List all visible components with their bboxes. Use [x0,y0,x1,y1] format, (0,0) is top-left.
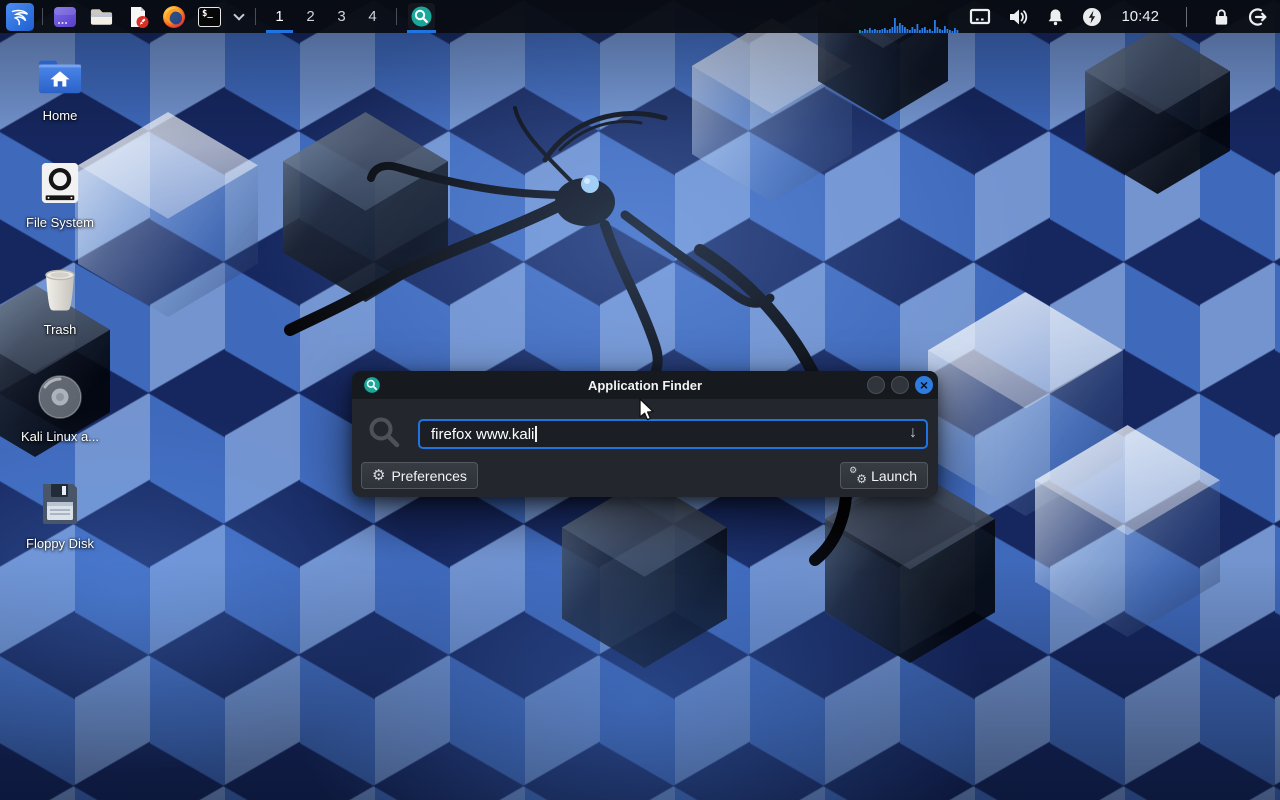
preferences-button-label: Preferences [391,468,466,484]
workspace-switcher: 1 2 3 4 [264,0,388,33]
gear-icon: ⚙ [372,468,385,483]
desktop-icon-label: Trash [44,322,77,337]
window-title: Application Finder [352,378,938,393]
lock-icon[interactable] [1212,0,1231,33]
preferences-button[interactable]: ⚙ Preferences [361,462,478,489]
appfinder-icon [410,5,433,28]
search-icon [368,416,402,455]
launcher-file-manager[interactable] [89,0,114,33]
chevron-down-icon[interactable] [233,0,245,33]
desktop-icon-trash[interactable]: Trash [8,267,112,337]
desktop-icon-file-system[interactable]: File System [8,160,112,230]
text-caret [535,426,537,442]
kali-menu-button[interactable] [6,0,34,33]
panel-separator [1186,7,1187,27]
launch-icon: ⚙⚙ [851,468,865,484]
workspace-4[interactable]: 4 [357,0,388,33]
desktop: $_ 1 2 3 4 [0,0,1280,800]
terminal-icon: $_ [198,7,221,27]
application-finder-window: Application Finder × firefox www.kali ↓ … [352,371,938,497]
titlebar[interactable]: Application Finder × [352,371,938,399]
close-icon: × [920,378,928,392]
desktop-icon-label: Kali Linux a... [21,429,99,444]
launcher-terminal[interactable]: $_ [198,0,221,33]
panel-separator [42,8,43,25]
top-panel: $_ 1 2 3 4 [0,0,1280,33]
hard-drive-icon [39,160,81,206]
trash-can-icon [38,267,82,313]
history-dropdown-icon[interactable]: ↓ [909,424,917,442]
desktop-icon-floppy-disk[interactable]: Floppy Disk [8,481,112,551]
desktop-icon-label: File System [26,215,94,230]
text-editor-icon [126,5,150,29]
launcher-text-editor[interactable] [126,0,150,33]
search-input-value: firefox www.kali [431,426,534,443]
launcher-firefox[interactable] [162,0,186,33]
desktop-icon-home[interactable]: Home [8,53,112,123]
minimize-button[interactable] [867,376,885,394]
power-manager-icon[interactable] [1082,0,1102,33]
kali-logo-icon [6,3,34,31]
window-app-icon [53,5,77,29]
close-button[interactable]: × [915,376,933,394]
notifications-bell-icon[interactable] [1046,0,1065,33]
file-manager-icon [89,5,114,29]
firefox-icon [162,5,186,29]
cpu-graph[interactable] [859,17,959,33]
optical-disc-icon [37,374,83,420]
workspace-3[interactable]: 3 [326,0,357,33]
panel-separator [396,8,397,25]
search-input[interactable]: firefox www.kali ↓ [418,419,928,449]
maximize-button[interactable] [891,376,909,394]
desktop-icon-kali-disc[interactable]: Kali Linux a... [8,374,112,444]
desktop-icon-label: Floppy Disk [26,536,94,551]
workspace-1[interactable]: 1 [264,0,295,33]
clock[interactable]: 10:42 [1121,8,1159,25]
logout-icon[interactable] [1248,0,1268,33]
workspace-2[interactable]: 2 [295,0,326,33]
launch-button-label: Launch [871,468,917,484]
volume-icon[interactable] [1008,0,1029,33]
appfinder-window-icon [363,376,381,399]
taskbar-appfinder-button[interactable] [405,0,438,33]
display-icon[interactable] [969,0,991,33]
home-folder-icon [37,53,83,99]
launcher-window-app[interactable] [53,0,77,33]
desktop-icon-label: Home [43,108,78,123]
panel-separator [255,8,256,25]
floppy-disk-icon [39,481,81,527]
launch-button[interactable]: ⚙⚙ Launch [840,462,928,489]
